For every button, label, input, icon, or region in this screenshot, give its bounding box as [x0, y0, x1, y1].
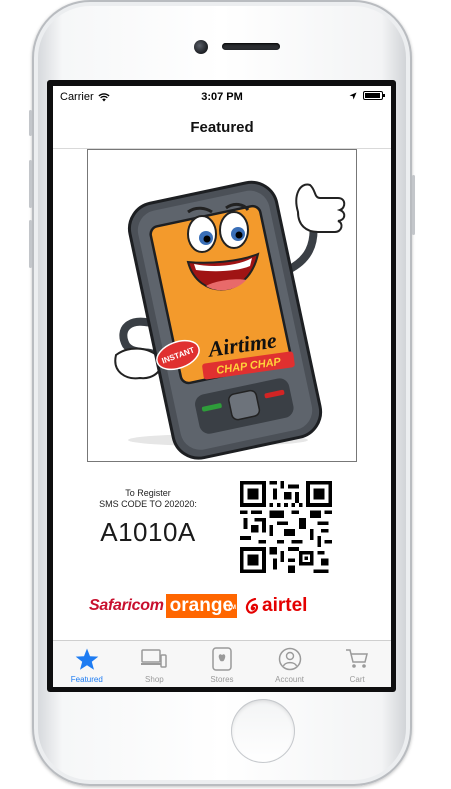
safaricom-logo: Safaricom	[89, 597, 164, 615]
register-label: To Register	[125, 488, 171, 498]
airtel-swirl-icon	[245, 598, 259, 614]
cart-icon	[344, 646, 370, 672]
tab-label: Featured	[70, 675, 103, 684]
orange-text: orange	[169, 595, 234, 616]
navigation-bar: Featured	[53, 108, 391, 149]
tab-label: Cart	[349, 675, 365, 684]
battery-icon	[363, 91, 385, 100]
account-icon	[277, 646, 303, 672]
volume-up-button	[29, 160, 32, 208]
tab-bar: Featured Shop Stores Account Cart	[53, 640, 391, 687]
airtime-mascot-illustration: INSTANT Airtime CHAP CHAP	[114, 180, 346, 460]
front-camera	[194, 40, 208, 54]
page-title: Featured	[190, 119, 254, 136]
status-time: 3:07 PM	[201, 91, 243, 103]
airtel-logo: airtel	[245, 595, 307, 617]
registration-code: A1010A	[100, 517, 196, 547]
volume-down-button	[29, 220, 32, 268]
stores-icon	[209, 646, 235, 672]
featured-banner-image[interactable]: INSTANT Airtime CHAP CHAP	[87, 149, 357, 462]
app-screen: Carrier 3:07 PM Featured INSTANT Airtime…	[53, 86, 391, 687]
location-arrow-icon	[349, 92, 357, 99]
star-icon	[74, 646, 100, 672]
airtel-text: airtel	[262, 595, 308, 616]
carrier-logos: Safaricom orange TM airtel	[89, 592, 355, 620]
safaricom-text: Safaricom	[89, 597, 164, 614]
home-button[interactable]	[231, 699, 295, 763]
tab-label: Stores	[210, 675, 234, 684]
qr-code	[240, 481, 332, 573]
tab-cart[interactable]: Cart	[323, 641, 391, 687]
tab-label: Shop	[145, 675, 164, 684]
sms-instruction: SMS CODE TO 202020:	[99, 499, 197, 509]
tab-featured[interactable]: Featured	[53, 641, 121, 687]
tab-shop[interactable]: Shop	[121, 641, 189, 687]
tab-label: Account	[275, 675, 305, 684]
mute-switch	[29, 110, 32, 136]
register-info: To Register SMS CODE TO 202020: A1010A	[73, 488, 223, 548]
status-bar: Carrier 3:07 PM	[53, 86, 391, 108]
orange-logo: orange TM	[165, 594, 238, 618]
power-button	[412, 175, 415, 235]
earpiece-speaker	[222, 43, 280, 50]
devices-icon	[141, 646, 168, 672]
tab-account[interactable]: Account	[256, 641, 324, 687]
tab-stores[interactable]: Stores	[188, 641, 256, 687]
orange-trademark: TM	[227, 605, 237, 611]
